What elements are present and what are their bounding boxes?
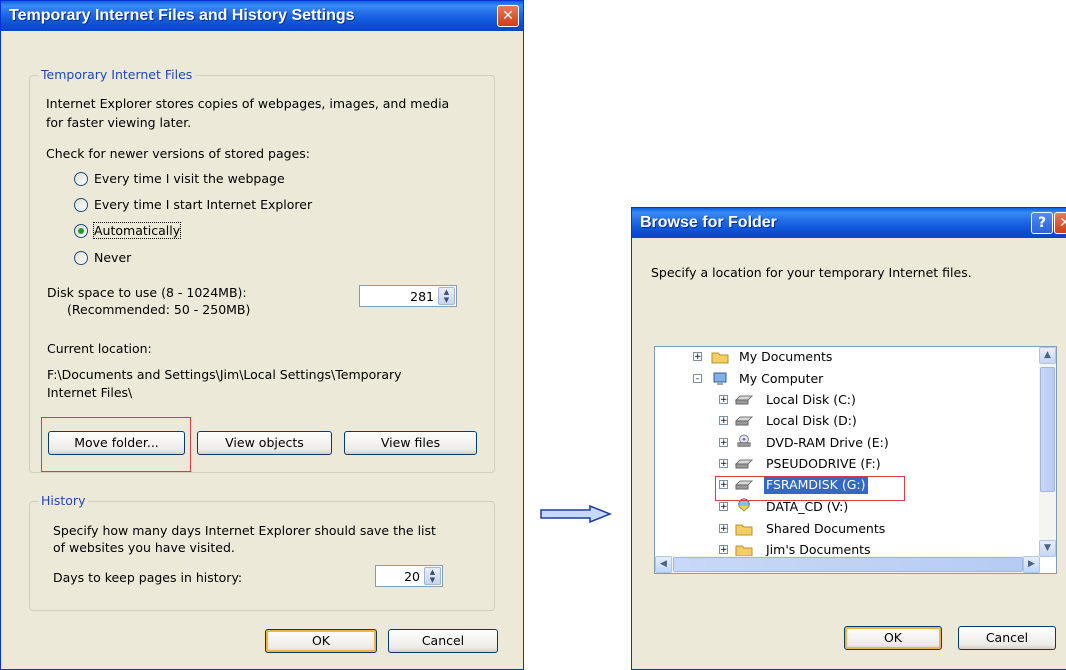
radio-every-visit[interactable] [74, 172, 88, 186]
move-folder-button[interactable]: Move folder... [48, 431, 185, 455]
radio-automatically[interactable] [74, 224, 88, 238]
expand-icon[interactable]: + [719, 416, 728, 426]
tif-legend: Temporary Internet Files [38, 67, 196, 82]
radio-never-label[interactable]: Never [94, 250, 131, 265]
drive-icon [735, 459, 753, 469]
computer-icon [713, 372, 727, 385]
radio-never[interactable] [74, 251, 88, 265]
tree-item-local-disk-c[interactable]: + Local Disk (C:) [655, 390, 1040, 410]
vertical-scroll-thumb[interactable] [1040, 367, 1055, 492]
folder-icon [711, 352, 729, 364]
view-objects-button[interactable]: View objects [197, 431, 332, 455]
history-legend: History [38, 493, 89, 508]
arrow-right-icon [540, 505, 612, 523]
settings-cancel-button[interactable]: Cancel [388, 629, 498, 653]
horizontal-scrollbar[interactable]: ◀ ▶ [655, 556, 1040, 573]
settings-title: Temporary Internet Files and History Set… [9, 7, 355, 24]
expand-icon[interactable]: + [719, 438, 728, 448]
tree-item-local-disk-d[interactable]: + Local Disk (D:) [655, 411, 1040, 431]
tree-item-pseudodrive-f[interactable]: + PSEUDODRIVE (F:) [655, 454, 1040, 474]
expand-icon[interactable]: + [719, 459, 728, 469]
days-label: Days to keep pages in history: [53, 570, 243, 585]
settings-titlebar[interactable]: Temporary Internet Files and History Set… [1, 1, 523, 31]
disk-space-label: Disk space to use (8 - 1024MB): [47, 285, 247, 300]
expand-icon[interactable]: + [719, 524, 728, 534]
scroll-left-icon[interactable]: ◀ [655, 556, 672, 573]
disk-space-recommended: (Recommended: 50 - 250MB) [67, 302, 251, 317]
browse-ok-button[interactable]: OK [844, 626, 942, 650]
scroll-up-icon[interactable]: ▲ [1039, 347, 1056, 364]
disk-space-spinner-icon[interactable]: ▲ ▼ [438, 287, 455, 305]
tif-group: Temporary Internet Files [29, 67, 495, 473]
tif-description-line1: Internet Explorer stores copies of webpa… [46, 96, 450, 111]
folder-tree[interactable]: + My Documents - My Computer + Local Dis… [654, 346, 1057, 574]
expand-icon[interactable]: + [719, 545, 728, 555]
tree-item-my-computer[interactable]: - My Computer [655, 369, 1040, 389]
expand-icon[interactable]: + [719, 502, 728, 512]
browse-dialog: Browse for Folder ? ✕ Specify a location… [631, 207, 1066, 670]
scroll-down-icon[interactable]: ▼ [1039, 540, 1056, 557]
history-description-line2: of websites you have visited. [53, 540, 235, 555]
expand-icon[interactable]: + [693, 352, 702, 362]
tree-item-dvd-ram-e[interactable]: + DVD-RAM Drive (E:) [655, 433, 1040, 453]
settings-ok-button[interactable]: OK [265, 629, 377, 653]
browse-titlebar[interactable]: Browse for Folder [632, 208, 1066, 238]
dvd-icon [737, 434, 751, 447]
settings-dialog: Temporary Internet Files and History Set… [0, 0, 524, 670]
days-spinner-icon[interactable]: ▲ ▼ [424, 567, 441, 585]
radio-every-start-label[interactable]: Every time I start Internet Explorer [94, 197, 312, 212]
days-input[interactable]: 20 ▲ ▼ [375, 565, 443, 587]
drive-icon [735, 416, 753, 426]
tree-item-shared-documents[interactable]: + Shared Documents [655, 519, 1040, 539]
view-files-button[interactable]: View files [344, 431, 477, 455]
browse-title: Browse for Folder [640, 214, 777, 231]
check-label: Check for newer versions of stored pages… [46, 146, 310, 161]
radio-every-start[interactable] [74, 198, 88, 212]
tree-item-my-documents[interactable]: + My Documents [655, 347, 1040, 367]
browse-cancel-button[interactable]: Cancel [958, 626, 1056, 650]
current-location-label: Current location: [47, 341, 152, 356]
folder-icon [735, 524, 753, 536]
history-group: History [29, 493, 495, 611]
browse-close-icon[interactable]: ✕ [1054, 212, 1066, 234]
expand-icon[interactable]: + [719, 395, 728, 405]
current-location-path-line1: F:\Documents and Settings\Jim\Local Sett… [47, 367, 402, 382]
days-value: 20 [404, 569, 420, 584]
help-icon[interactable]: ? [1031, 212, 1053, 234]
tif-description-line2: for faster viewing later. [46, 115, 192, 130]
close-icon[interactable]: ✕ [497, 5, 519, 27]
disk-space-value: 281 [410, 289, 434, 304]
history-description-line1: Specify how many days Internet Explorer … [53, 523, 436, 538]
radio-automatically-label[interactable]: Automatically [92, 222, 182, 239]
radio-every-visit-label[interactable]: Every time I visit the webpage [94, 171, 285, 186]
horizontal-scroll-thumb[interactable] [673, 557, 1023, 572]
browse-prompt: Specify a location for your temporary In… [651, 265, 972, 280]
vertical-scrollbar[interactable]: ▲ ▼ [1039, 347, 1056, 557]
disk-space-input[interactable]: 281 ▲ ▼ [359, 285, 457, 307]
scroll-right-icon[interactable]: ▶ [1023, 556, 1040, 573]
highlight-box-fsramdisk [715, 476, 905, 501]
drive-icon [735, 395, 753, 405]
current-location-path-line2: Internet Files\ [47, 385, 133, 400]
collapse-icon[interactable]: - [693, 374, 702, 384]
folder-icon [735, 545, 753, 557]
